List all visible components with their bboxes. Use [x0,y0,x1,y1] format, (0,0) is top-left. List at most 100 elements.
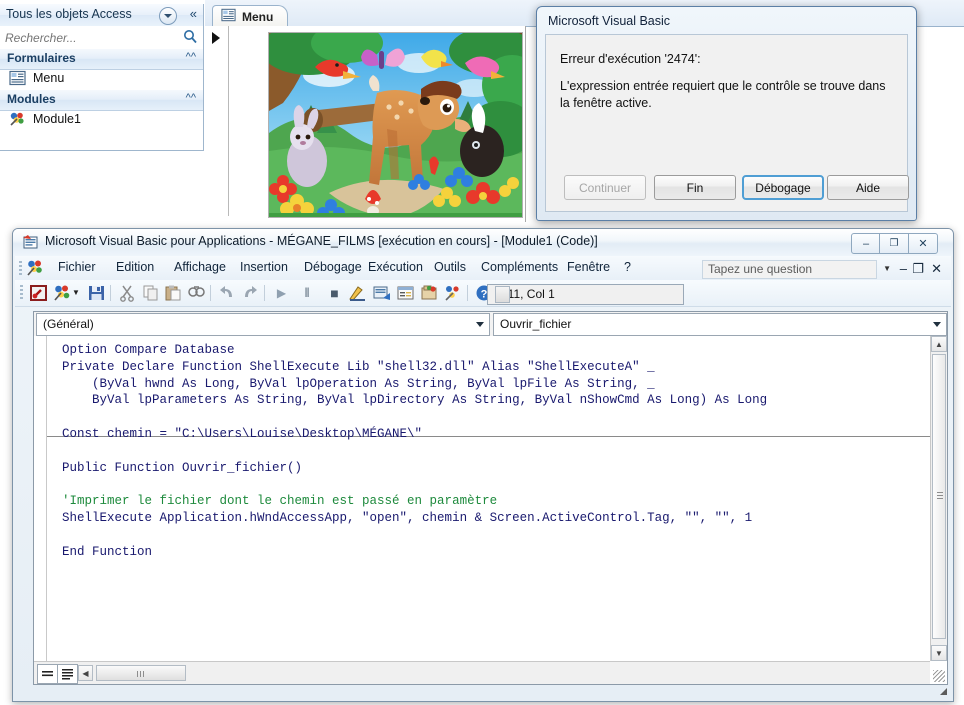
nav-item-label: Module1 [33,112,81,126]
mdi-minimize-button[interactable]: – [900,261,907,276]
nav-group-header-modules[interactable]: Modules ^^ [0,89,203,111]
vertical-scroll-thumb[interactable] [932,354,946,639]
menu-complements[interactable]: Compléments [476,260,563,277]
vba-app-icon [22,234,39,251]
chevron-down-icon[interactable] [476,322,484,327]
nav-item-menu[interactable]: Menu [0,68,203,88]
code-vertical-scrollbar[interactable]: ▲ ▼ [930,336,947,661]
double-chevron-up-icon[interactable]: ^^ [186,92,196,104]
menu-execution[interactable]: Exécution [363,260,428,277]
toolbox-icon[interactable] [444,284,463,302]
menu-outils[interactable]: Outils [429,260,471,277]
chevron-down-icon[interactable]: ▼ [883,264,891,273]
nav-group-header-formulaires[interactable]: Formulaires ^^ [0,48,203,70]
debogage-button[interactable]: Débogage [742,175,824,200]
navigation-pane-header[interactable]: Tous les objets Access « [0,4,203,27]
double-chevron-up-icon[interactable]: ^^ [186,51,196,63]
scroll-left-arrow-icon[interactable]: ◀ [78,665,93,681]
toolbar-separator [467,285,468,301]
object-combo-value: (Général) [43,317,94,331]
continuer-button[interactable]: Continuer [564,175,646,200]
spinner-icon[interactable] [495,286,510,303]
scroll-up-arrow-icon[interactable]: ▲ [931,336,947,352]
code-line: (ByVal hwnd As Long, ByVal lpOperation A… [62,376,655,391]
horizontal-scroll-thumb[interactable] [96,665,186,681]
procedure-combo[interactable]: Ouvrir_fichier [493,313,947,336]
module-icon [9,111,26,127]
bambi-illustration[interactable] [268,32,523,218]
save-icon[interactable] [87,284,106,302]
form-icon [221,8,236,25]
menubar-grip[interactable] [19,261,22,275]
scroll-down-arrow-icon[interactable]: ▼ [931,645,947,661]
menu-insertion[interactable]: Insertion [235,260,293,277]
insert-object-icon[interactable] [26,259,44,277]
properties-window-icon[interactable] [396,284,415,302]
run-icon[interactable]: ▶ [272,284,291,302]
chevron-down-circle-icon[interactable] [159,7,177,25]
full-module-view-icon[interactable] [57,664,78,684]
close-button[interactable]: ✕ [908,233,938,254]
menu-affichage[interactable]: Affichage [169,260,231,277]
double-chevron-left-icon[interactable]: « [190,6,197,21]
design-mode-icon[interactable] [348,284,367,302]
vbe-title-bar[interactable]: Microsoft Visual Basic pour Applications… [13,229,953,256]
window-resize-grip[interactable] [940,688,947,695]
search-input[interactable] [3,29,179,47]
restore-icon: ❐ [889,238,899,249]
view-access-icon[interactable] [29,284,48,302]
ask-a-question-box[interactable]: Tapez une question [702,260,877,279]
project-explorer-icon[interactable] [372,284,391,302]
navigation-pane-title: Tous les objets Access [6,7,132,21]
pause-icon[interactable]: ‖ [298,284,317,302]
navigation-search-bar[interactable] [0,26,203,49]
code-window-combo-row: (Général) Ouvrir_fichier [34,312,947,337]
redo-icon[interactable] [241,284,260,302]
form-divider [228,26,229,216]
vbe-menu-bar: Fichier Edition Affichage Insertion Débo… [15,256,951,281]
copy-icon[interactable] [141,284,160,302]
mdi-close-button[interactable]: ✕ [931,261,942,277]
procedure-view-icon[interactable] [37,664,58,684]
aide-button[interactable]: Aide [827,175,909,200]
toolbar-grip[interactable] [20,285,23,300]
object-browser-icon[interactable] [420,284,439,302]
insert-object-icon[interactable] [53,284,72,302]
undo-icon[interactable] [218,284,237,302]
right-triangle-icon [212,32,220,44]
code-horizontal-scrollbar[interactable]: ◀ [34,661,930,684]
cut-icon[interactable] [118,284,137,302]
code-margin-indicator-bar[interactable] [34,336,47,661]
restore-button[interactable]: ❐ [879,233,909,254]
stop-icon[interactable]: ■ [325,284,344,302]
code-line: Option Compare Database [62,343,235,357]
minimize-icon: – [862,237,870,250]
nav-item-module1[interactable]: Module1 [0,109,203,129]
find-icon[interactable] [187,284,206,302]
mdi-restore-button[interactable]: ❐ [912,261,924,277]
nav-group-label: Formulaires [7,51,76,65]
toolbar-separator [210,285,211,301]
code-window-resize-grip[interactable] [933,670,945,682]
navigation-pane: Tous les objets Access « Formulaires ^^ … [0,4,204,151]
document-tab-menu[interactable]: Menu [212,5,289,27]
code-window-module1: (Général) Ouvrir_fichier Option Compare … [33,311,948,685]
dialog-title: Microsoft Visual Basic [548,14,671,28]
dialog-body: Erreur d'exécution '2474': L'expression … [545,34,909,212]
object-combo[interactable]: (Général) [36,313,490,336]
fin-button[interactable]: Fin [654,175,736,200]
menu-edition[interactable]: Edition [111,260,159,277]
minimize-button[interactable]: – [851,233,881,254]
menu-fichier[interactable]: Fichier [53,260,101,277]
chevron-down-icon[interactable] [933,322,941,327]
code-editor-area[interactable]: Option Compare Database Private Declare … [34,336,930,661]
cursor-position-box[interactable]: Li 11, Col 1 [487,284,684,305]
toolbar-separator [110,285,111,301]
menu-aide[interactable]: ? [619,260,636,277]
paste-icon[interactable] [164,284,183,302]
nav-item-label: Menu [33,71,65,85]
menu-fenetre[interactable]: Fenêtre [562,260,615,277]
search-icon[interactable] [183,29,198,44]
menu-debogage[interactable]: Débogage [299,260,367,277]
chevron-down-icon[interactable]: ▼ [71,284,81,302]
